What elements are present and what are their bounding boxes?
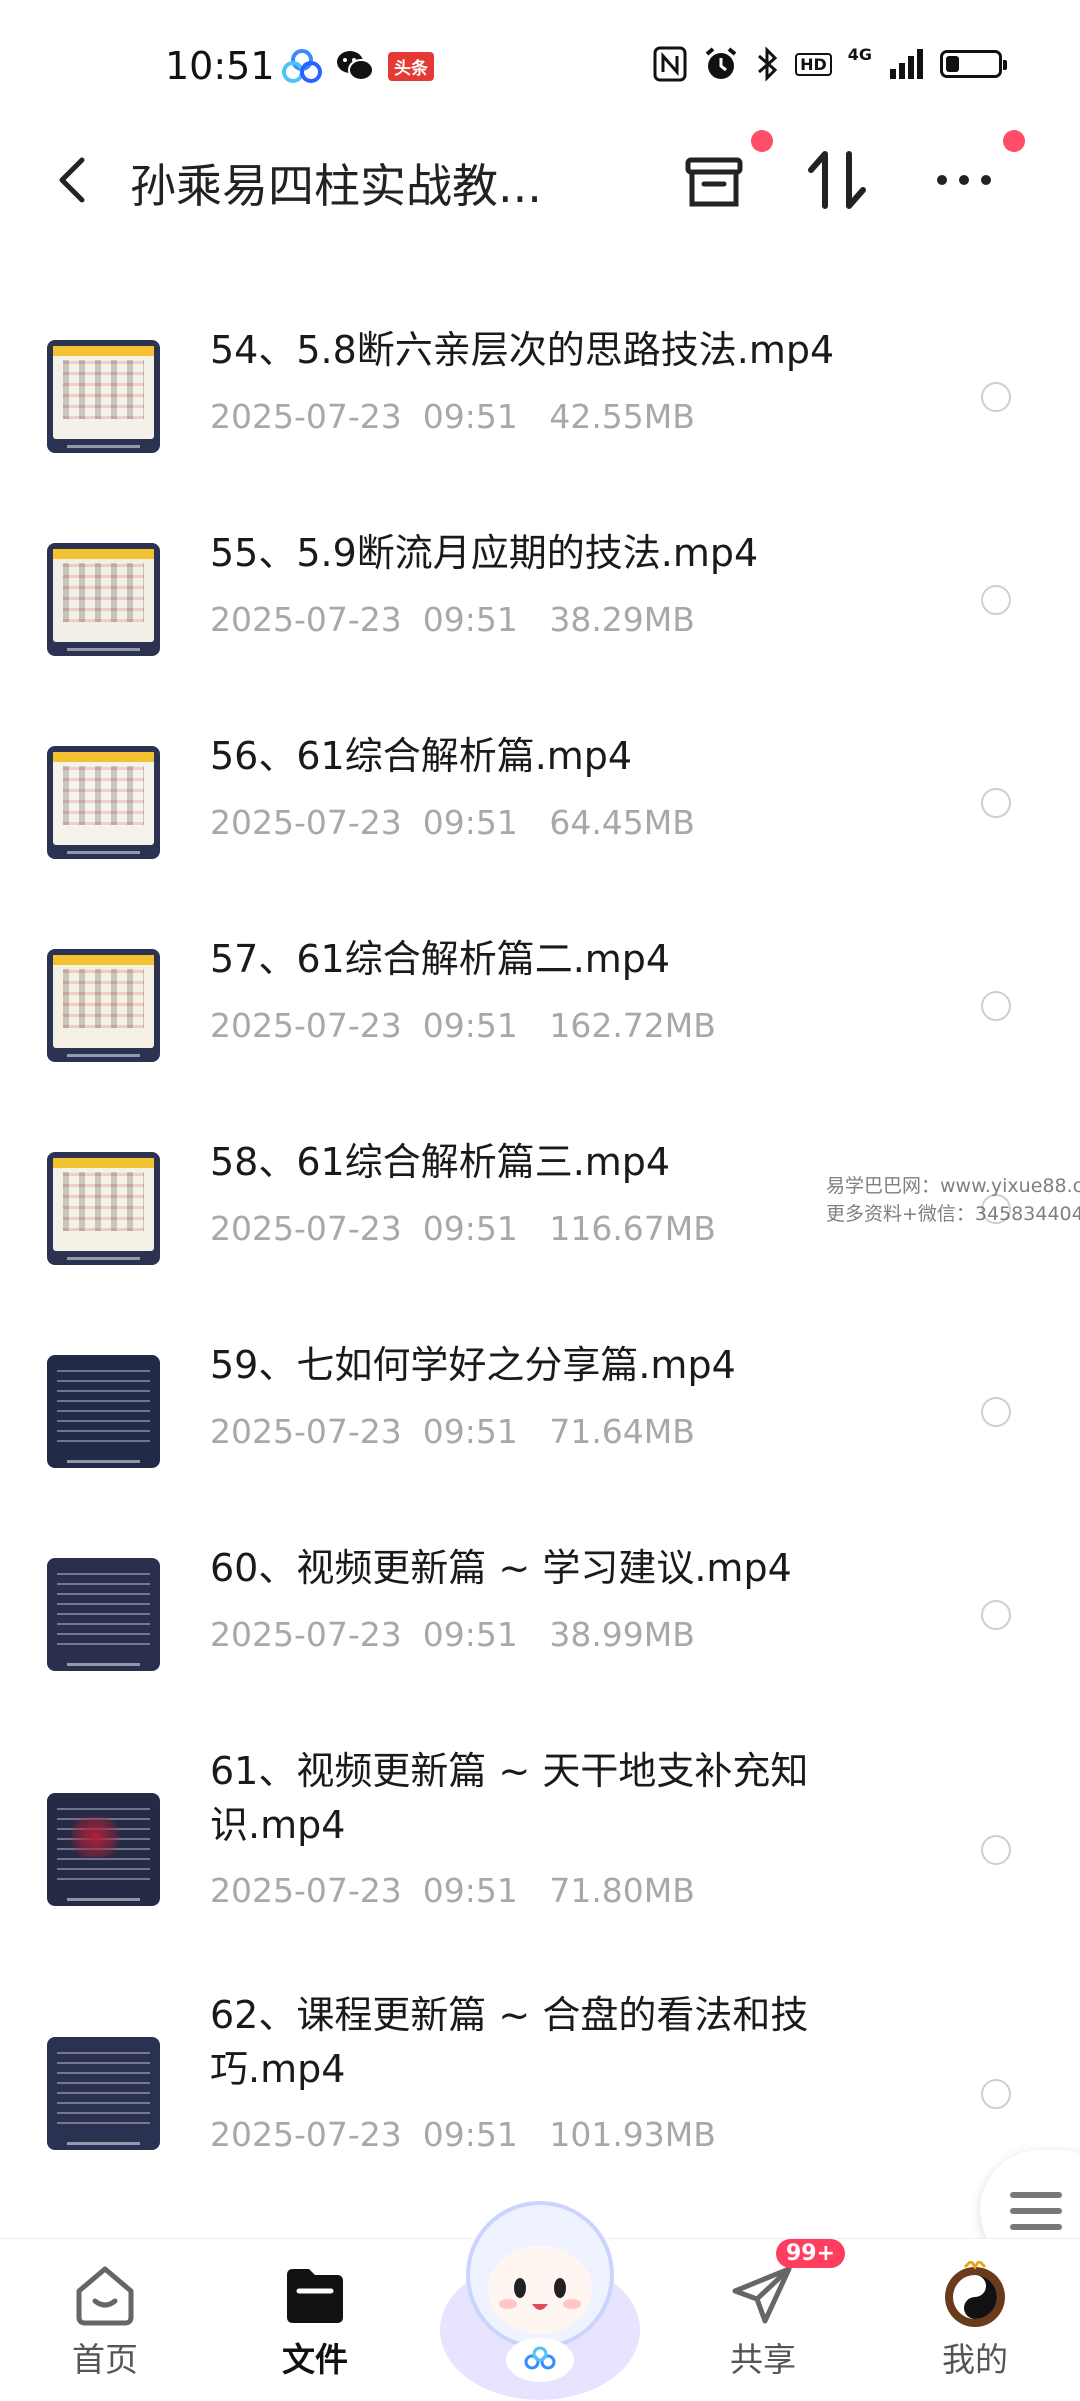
select-checkbox[interactable] (981, 1600, 1011, 1630)
video-thumbnail (47, 2037, 160, 2150)
hd-icon: HD (795, 52, 832, 76)
top-app-bar: 孙乘易四柱实战教... (0, 130, 1080, 230)
list-item[interactable]: 62、课程更新篇 ~ 合盘的看法和技巧.mp4 2025-07-23 09:51 … (0, 1965, 1080, 2209)
share-badge: 99+ (776, 2239, 846, 2268)
video-thumbnail (47, 1793, 160, 1906)
nav-home-label: 首页 (72, 2340, 138, 2379)
back-arrow-icon[interactable] (48, 152, 98, 208)
page-title: 孙乘易四柱实战教... (130, 159, 542, 213)
select-checkbox[interactable] (981, 2079, 1011, 2109)
paper-plane-icon (732, 2266, 792, 2324)
bluetooth-icon (758, 46, 778, 82)
file-name: 57、61综合解析篇二.mp4 (210, 937, 671, 981)
video-thumbnail (47, 543, 160, 656)
video-thumbnail (47, 1152, 160, 1265)
list-item[interactable]: 61、视频更新篇 ~ 天干地支补充知识.mp4 2025-07-23 09:51 … (0, 1721, 1080, 1965)
nav-share[interactable]: 99+ 共享 (688, 2239, 846, 2401)
video-thumbnail (47, 340, 160, 453)
file-name: 58、61综合解析篇三.mp4 (210, 1140, 671, 1184)
avatar-yinyang-icon (945, 2261, 1005, 2327)
system-status-icons: HD 4G (653, 44, 1007, 82)
list-item[interactable]: 56、61综合解析篇.mp4 2025-07-23 09:51 64.45MB (0, 706, 1080, 909)
signal-icon (890, 49, 923, 79)
battery-icon (940, 50, 1007, 78)
watermark: 易学巴巴网：www.yixue88.cn 更多资料+微信：3458344044 (826, 1172, 1080, 1228)
file-meta: 2025-07-23 09:51 38.99MB (210, 1615, 695, 1654)
file-name: 54、5.8断六亲层次的思路技法.mp4 (210, 328, 835, 372)
file-name: 55、5.9断流月应期的技法.mp4 (210, 531, 759, 575)
file-meta: 2025-07-23 09:51 116.67MB (210, 1209, 716, 1248)
nav-files[interactable]: 文件 (240, 2239, 390, 2401)
network-type: 4G (847, 44, 872, 64)
nav-mine-label: 我的 (942, 2340, 1008, 2379)
list-item[interactable]: 59、七如何学好之分享篇.mp4 2025-07-23 09:51 71.64MB (0, 1315, 1080, 1518)
select-checkbox[interactable] (981, 382, 1011, 412)
watermark-line-1: 易学巴巴网：www.yixue88.cn (826, 1175, 1080, 1197)
video-thumbnail (47, 746, 160, 859)
archive-icon[interactable] (680, 146, 748, 214)
file-name: 59、七如何学好之分享篇.mp4 (210, 1343, 736, 1387)
file-name: 62、课程更新篇 ~ 合盘的看法和技巧.mp4 (210, 1993, 809, 2091)
file-meta: 2025-07-23 09:51 71.64MB (210, 1412, 695, 1451)
archive-notification-dot (751, 130, 773, 152)
list-item[interactable]: 60、视频更新篇 ~ 学习建议.mp4 2025-07-23 09:51 38.9… (0, 1518, 1080, 1721)
video-thumbnail (47, 949, 160, 1062)
wechat-icon (337, 51, 374, 81)
folder-icon (287, 2269, 343, 2323)
nfc-icon (653, 46, 687, 82)
list-item[interactable]: 57、61综合解析篇二.mp4 2025-07-23 09:51 162.72MB (0, 909, 1080, 1112)
battery-level (946, 56, 959, 72)
toutiao-icon: 头条 (388, 51, 434, 81)
sort-icon[interactable] (805, 146, 873, 214)
alarm-icon (705, 47, 737, 79)
file-meta: 2025-07-23 09:51 71.80MB (210, 1871, 695, 1910)
video-thumbnail (47, 1558, 160, 1671)
status-bar: 10:51 头条 HD 4G (0, 0, 1080, 130)
notification-icons: 头条 (282, 48, 434, 84)
file-meta: 2025-07-23 09:51 101.93MB (210, 2115, 716, 2154)
list-item[interactable]: 55、5.9断流月应期的技法.mp4 2025-07-23 09:51 38.29… (0, 503, 1080, 706)
select-checkbox[interactable] (981, 1397, 1011, 1427)
select-checkbox[interactable] (981, 1835, 1011, 1865)
file-meta: 2025-07-23 09:51 38.29MB (210, 600, 695, 639)
nav-home[interactable]: 首页 (30, 2239, 180, 2401)
file-name: 56、61综合解析篇.mp4 (210, 734, 633, 778)
hamburger-icon (1010, 2192, 1062, 2240)
file-meta: 2025-07-23 09:51 42.55MB (210, 397, 695, 436)
nav-files-label: 文件 (282, 2340, 348, 2379)
nav-mine[interactable]: 我的 (900, 2239, 1050, 2401)
more-notification-dot (1003, 130, 1025, 152)
mascot-assistant-icon[interactable] (430, 2180, 650, 2400)
file-name: 61、视频更新篇 ~ 天干地支补充知识.mp4 (210, 1749, 809, 1847)
home-icon (76, 2266, 134, 2326)
nav-share-label: 共享 (730, 2340, 796, 2379)
more-options-icon[interactable] (930, 146, 998, 214)
baidu-netdisk-icon (282, 49, 322, 83)
select-checkbox[interactable] (981, 585, 1011, 615)
status-time: 10:51 (165, 44, 275, 88)
file-name: 60、视频更新篇 ~ 学习建议.mp4 (210, 1546, 792, 1590)
list-item[interactable]: 54、5.8断六亲层次的思路技法.mp4 2025-07-23 09:51 42.… (0, 300, 1080, 503)
video-thumbnail (47, 1355, 160, 1468)
file-meta: 2025-07-23 09:51 162.72MB (210, 1006, 716, 1045)
select-checkbox[interactable] (981, 991, 1011, 1021)
select-checkbox[interactable] (981, 788, 1011, 818)
file-meta: 2025-07-23 09:51 64.45MB (210, 803, 695, 842)
watermark-line-2: 更多资料+微信：3458344044 (826, 1203, 1080, 1225)
